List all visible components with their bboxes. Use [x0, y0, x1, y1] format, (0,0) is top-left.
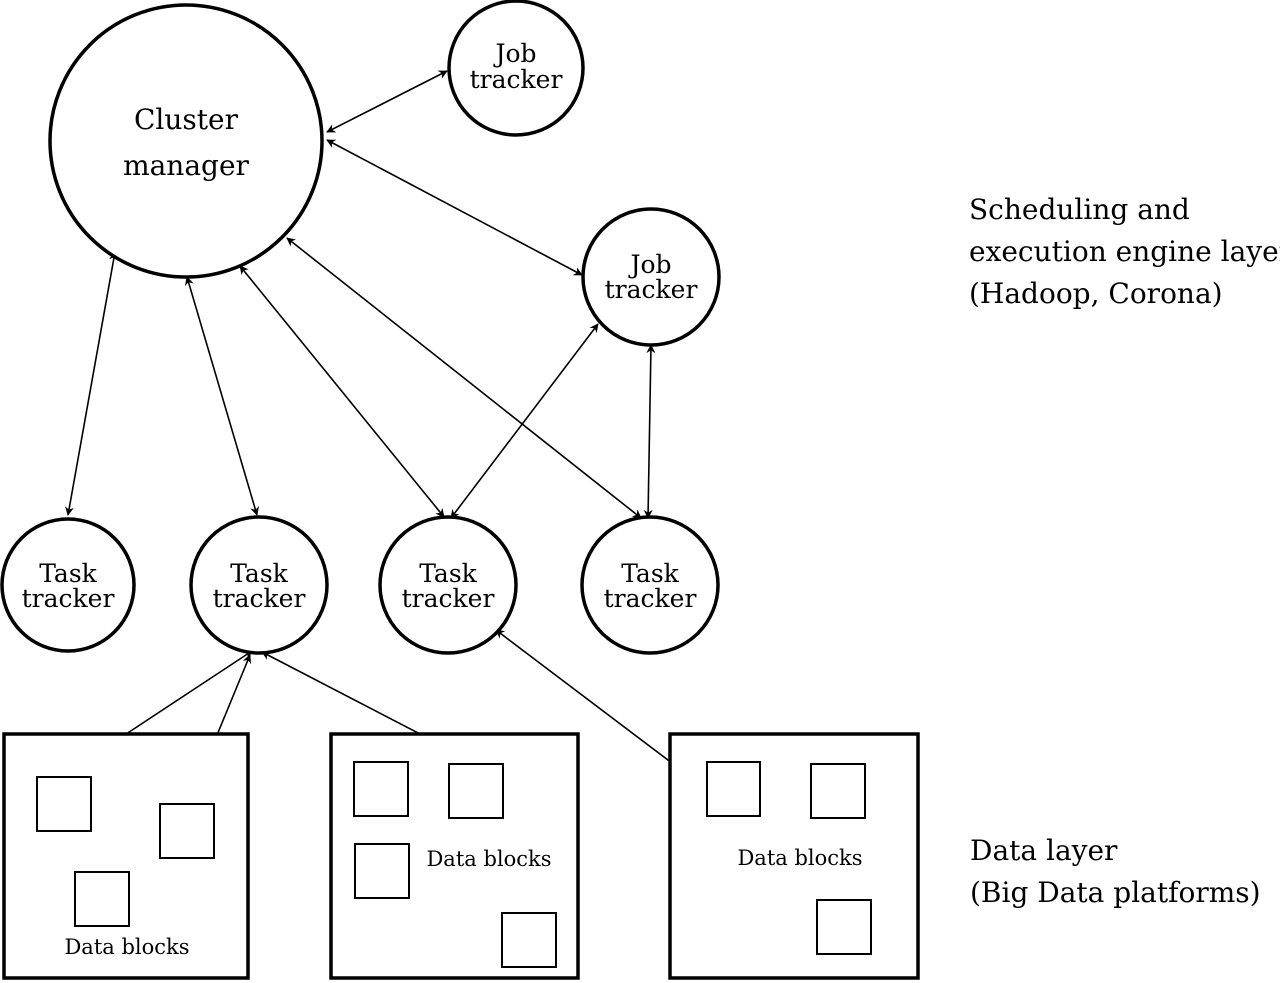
data-block — [706, 761, 761, 817]
node-label: tracker — [605, 275, 698, 304]
data-blocks-label: Data blocks — [64, 935, 189, 959]
arrow-jt2-tt3 — [450, 323, 599, 519]
data-blocks-label: Data blocks — [426, 847, 551, 871]
scheduling-layer-label: Scheduling and execution engine layer (H… — [969, 193, 1280, 310]
task-tracker-node-1: Task tracker — [0, 517, 136, 653]
layer-label-line: Data layer — [970, 834, 1118, 867]
layer-label-line: (Hadoop, Corona) — [969, 277, 1223, 310]
arrow-cm-tt3 — [239, 265, 445, 518]
data-block — [501, 912, 557, 968]
architecture-diagram: Cluster manager Job tracker Job tracker … — [0, 0, 1280, 980]
arrow-jt2-tt4 — [643, 344, 656, 519]
data-block — [354, 843, 410, 899]
data-platform-3: Data blocks — [668, 732, 920, 980]
node-label: tracker — [402, 584, 495, 613]
data-platform-1: Data blocks — [2, 732, 250, 980]
arrow-cm-jt2 — [326, 139, 583, 276]
node-label: manager — [123, 149, 249, 182]
data-block — [159, 803, 215, 859]
task-tracker-node-2: Task tracker — [189, 515, 329, 655]
layer-label-line: (Big Data platforms) — [970, 876, 1261, 909]
job-tracker-node-2: Job tracker — [581, 207, 721, 347]
node-label: Job — [492, 39, 536, 68]
arrow-cm-tt1 — [64, 251, 119, 516]
data-block — [74, 871, 130, 927]
node-label: tracker — [213, 584, 306, 613]
cluster-manager-node: Cluster manager — [48, 3, 324, 279]
node-label: tracker — [22, 584, 115, 613]
data-block — [816, 899, 872, 955]
data-platform-2: Data blocks — [329, 732, 580, 980]
task-tracker-node-4: Task tracker — [580, 515, 720, 655]
layer-label-line: Scheduling and — [969, 193, 1190, 226]
data-block — [810, 763, 866, 819]
arrow-cm-tt2 — [184, 276, 260, 516]
data-blocks-label: Data blocks — [737, 846, 862, 870]
data-block — [36, 776, 92, 832]
job-tracker-node-1: Job tracker — [447, 0, 585, 137]
arrow-cm-jt1 — [326, 70, 448, 133]
node-label: tracker — [470, 65, 563, 94]
node-label: Cluster — [134, 103, 239, 136]
layer-label-line: execution engine layer — [969, 235, 1280, 268]
data-block — [353, 761, 409, 817]
data-layer-label: Data layer (Big Data platforms) — [970, 834, 1261, 909]
data-block — [448, 763, 504, 819]
task-tracker-node-3: Task tracker — [378, 515, 518, 655]
node-label: tracker — [604, 584, 697, 613]
